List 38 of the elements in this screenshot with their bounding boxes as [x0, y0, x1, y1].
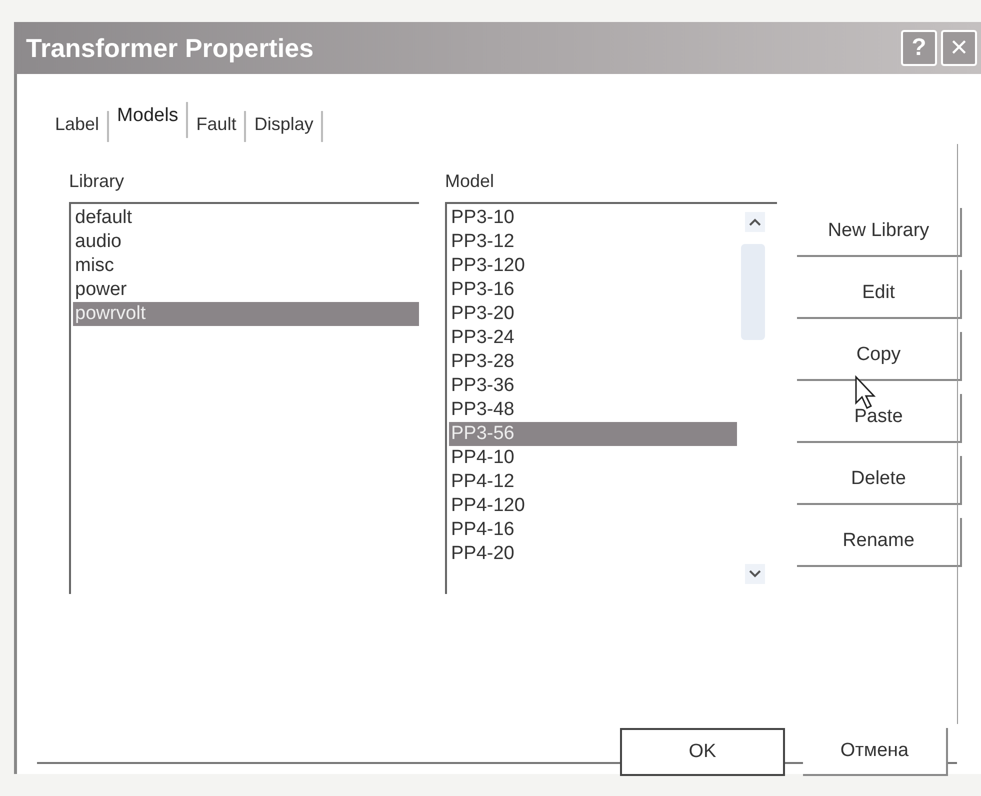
- list-item[interactable]: PP4-10: [449, 446, 737, 470]
- list-item[interactable]: audio: [73, 230, 419, 254]
- list-item[interactable]: PP3-16: [449, 278, 737, 302]
- list-item[interactable]: PP4-16: [449, 518, 737, 542]
- list-item[interactable]: power: [73, 278, 419, 302]
- list-item[interactable]: PP4-12: [449, 470, 737, 494]
- list-item[interactable]: PP4-120: [449, 494, 737, 518]
- scrollbar-thumb[interactable]: [741, 244, 765, 340]
- action-button[interactable]: New Library: [797, 208, 962, 257]
- action-button[interactable]: Delete: [797, 456, 962, 505]
- list-item[interactable]: PP3-36: [449, 374, 737, 398]
- list-item[interactable]: PP3-48: [449, 398, 737, 422]
- dialog-button[interactable]: Отмена: [803, 728, 948, 776]
- library-label: Library: [69, 170, 126, 193]
- action-button[interactable]: Paste: [797, 394, 962, 443]
- tab[interactable]: Fault: [188, 111, 246, 142]
- tab[interactable]: Label: [47, 111, 110, 142]
- dialog-button[interactable]: OK: [620, 728, 785, 776]
- list-item[interactable]: PP3-24: [449, 326, 737, 350]
- scroll-down-icon[interactable]: [745, 564, 765, 584]
- tab[interactable]: Display: [246, 111, 324, 142]
- window-title: Transformer Properties: [26, 32, 314, 64]
- list-item[interactable]: PP3-28: [449, 350, 737, 374]
- action-button[interactable]: Rename: [797, 518, 962, 567]
- library-list[interactable]: default audio misc power powrvolt: [69, 202, 419, 594]
- list-item[interactable]: PP3-10: [449, 206, 737, 230]
- model-label: Model: [445, 170, 496, 193]
- action-button[interactable]: Edit: [797, 270, 962, 319]
- scroll-up-icon[interactable]: [745, 212, 765, 232]
- list-item[interactable]: PP3-12: [449, 230, 737, 254]
- list-item[interactable]: default: [73, 206, 419, 230]
- action-button[interactable]: Copy: [797, 332, 962, 381]
- list-item[interactable]: misc: [73, 254, 419, 278]
- tab[interactable]: Models: [109, 102, 188, 138]
- list-item[interactable]: PP4-20: [449, 542, 737, 566]
- list-item[interactable]: PP3-120: [449, 254, 737, 278]
- list-item[interactable]: PP3-20: [449, 302, 737, 326]
- model-list[interactable]: PP3-10 PP3-12 PP3-120 PP3-16 PP3-20 PP3-24 PP3-28 PP3-36 PP3-48 PP3-56 PP4-10 PP4-12 PP4-120 PP4-16 PP4-20: [445, 202, 777, 594]
